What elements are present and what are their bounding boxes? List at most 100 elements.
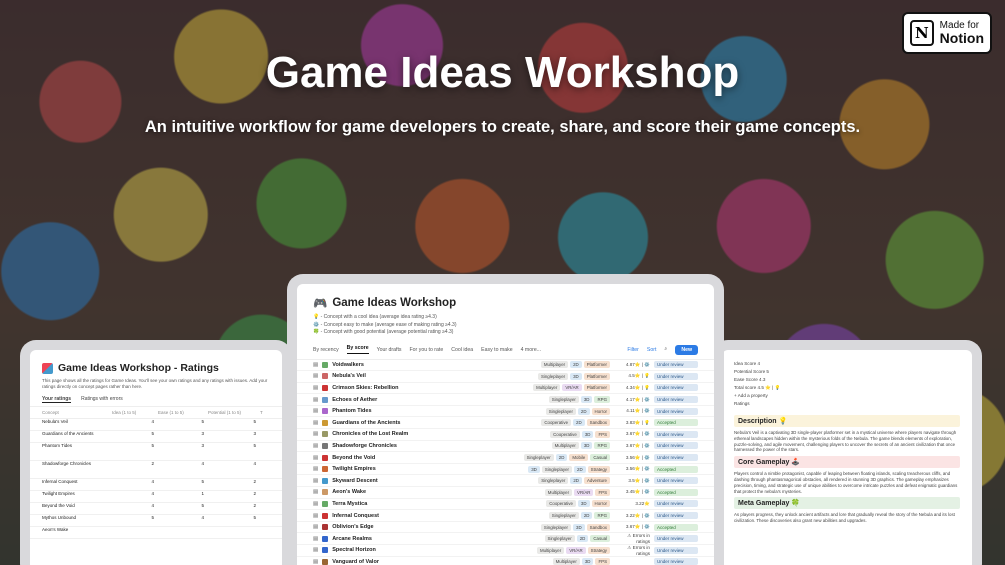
concept-row[interactable]: ▤ Guardians of the Ancients Cooperative 2D S… bbox=[297, 417, 714, 430]
concept-name[interactable]: Terra Mystica bbox=[332, 501, 367, 507]
search-icon[interactable]: ⌕ bbox=[664, 346, 667, 353]
concept-row[interactable]: ▤ Chronicles of the Lost Realm Cooperative… bbox=[297, 429, 714, 441]
status-badge[interactable]: Under review bbox=[654, 361, 698, 369]
prop-total[interactable]: Total score 4.5 ⭐ | 💡 bbox=[734, 384, 960, 392]
rating-row[interactable]: Shadowforge Chronicles 2 4 4 bbox=[30, 461, 282, 479]
concept-row[interactable]: ▤ Phantom Tides Singleplayer 2D Horror 4.11⭐ … bbox=[297, 406, 714, 418]
concept-name[interactable]: Chronicles of the Lost Realm bbox=[332, 431, 408, 437]
rating-concept: Nebula's Veil bbox=[42, 419, 68, 424]
status-badge[interactable]: Under review bbox=[654, 454, 698, 462]
status-badge[interactable]: Under review bbox=[654, 384, 698, 392]
status-badge[interactable]: Accepted bbox=[654, 419, 698, 427]
page-icon: ▤ bbox=[313, 477, 319, 484]
concept-name[interactable]: Vanguard of Valor bbox=[332, 559, 379, 565]
filter-button[interactable]: Filter bbox=[627, 347, 639, 353]
status-badge[interactable]: Under review bbox=[654, 558, 698, 565]
concept-row[interactable]: ▤ Shadowforge Chronicles Multiplayer 3D RPG 3… bbox=[297, 441, 714, 453]
status-badge[interactable]: Under review bbox=[654, 477, 698, 485]
tab-for-you-to-rate[interactable]: For you to rate bbox=[410, 347, 444, 353]
status-badge[interactable]: Accepted bbox=[654, 465, 698, 473]
concept-name[interactable]: Twilight Empires bbox=[332, 466, 376, 472]
rating-row[interactable]: Phantom Tides 5 3 5 bbox=[30, 443, 282, 461]
concept-row[interactable]: ▤ Arcane Realms Singleplayer 2D Casual ⚠ Erro… bbox=[297, 533, 714, 545]
rating-row[interactable]: Twilight Empires 4 1 2 bbox=[30, 491, 282, 503]
concept-icon bbox=[322, 489, 329, 496]
status-badge[interactable]: Under review bbox=[654, 546, 698, 554]
concept-row[interactable]: ▤ Spectral Horizon Multiplayer VR/AR Strateg… bbox=[297, 545, 714, 557]
rating-concept: Guardians of the Ancients bbox=[42, 431, 94, 436]
concept-name[interactable]: Shadowforge Chronicles bbox=[332, 443, 397, 449]
tab-easy-to-make[interactable]: Easy to make bbox=[481, 347, 512, 353]
new-button[interactable]: New bbox=[675, 344, 698, 355]
tab-by-recency[interactable]: By recency bbox=[313, 347, 339, 353]
status-badge[interactable]: Under review bbox=[654, 500, 698, 508]
rating-row[interactable]: Infernal Conquest 4 5 2 bbox=[30, 479, 282, 491]
tab-ratings-with-errors[interactable]: Ratings with errors bbox=[81, 396, 123, 403]
concept-name[interactable]: Aeon's Wake bbox=[332, 489, 366, 495]
concept-name[interactable]: Voidwalkers bbox=[332, 362, 364, 368]
concept-row[interactable]: ▤ Crimson Skies: Rebellion Multiplayer VR/A… bbox=[297, 383, 714, 395]
concept-row[interactable]: ▤ Skyward Descent Singleplayer 2D Adventure 3… bbox=[297, 475, 714, 488]
tab-by-score[interactable]: By score bbox=[346, 345, 369, 354]
concept-row[interactable]: ▤ Infernal Conquest Singleplayer 2D RPG 3.22⭐… bbox=[297, 510, 714, 522]
concept-row[interactable]: ▤ Voidwalkers Multiplayer 2D Platformer 4.87⭐… bbox=[297, 360, 714, 372]
status-badge[interactable]: Accepted bbox=[654, 523, 698, 531]
concept-name[interactable]: Arcane Realms bbox=[332, 536, 372, 542]
status-badge[interactable]: Accepted bbox=[654, 488, 698, 496]
concept-row[interactable]: ▤ Twilight Empires 3D Singleplayer 2D Strateg… bbox=[297, 464, 714, 476]
rating-row[interactable]: Mythos Unbound 5 4 5 bbox=[30, 515, 282, 527]
tab-more[interactable]: 4 more... bbox=[521, 347, 541, 353]
concept-name[interactable]: Oblivion's Edge bbox=[332, 524, 373, 530]
concept-row[interactable]: ▤ Oblivion's Edge Singleplayer 3D Sandbox 3.6… bbox=[297, 522, 714, 534]
tag: Singleplayer bbox=[540, 523, 572, 531]
rating-row[interactable]: Nebula's Veil 4 5 5 bbox=[30, 419, 282, 431]
rating-idea: 5 bbox=[151, 431, 154, 436]
concept-name[interactable]: Nebula's Veil bbox=[332, 373, 366, 379]
status-badge[interactable]: Under review bbox=[654, 372, 698, 380]
concept-name[interactable]: Spectral Horizon bbox=[332, 547, 376, 553]
rating-row[interactable]: Beyond the Void 4 5 2 bbox=[30, 503, 282, 515]
concept-row[interactable]: ▤ Vanguard of Valor Multiplayer 3D FPS Under … bbox=[297, 557, 714, 565]
col-idea[interactable]: Idea (1 to 5) bbox=[112, 410, 158, 415]
concept-row[interactable]: ▤ Aeon's Wake Multiplayer VR/AR FPS 3.45⭐ | ⚙… bbox=[297, 487, 714, 499]
tag-list: Singleplayer 2D RPG bbox=[513, 512, 614, 520]
status-badge[interactable]: Under review bbox=[654, 442, 698, 450]
rating-row[interactable]: Guardians of the Ancients 5 3 3 bbox=[30, 431, 282, 443]
prop-potential[interactable]: Potential Score 5 bbox=[734, 368, 960, 376]
tag-list: Multiplayer 2D Platformer bbox=[513, 361, 614, 369]
concept-name[interactable]: Beyond the Void bbox=[332, 455, 375, 461]
col-concept[interactable]: Concept bbox=[42, 410, 112, 415]
tab-your-ratings[interactable]: Your ratings bbox=[42, 396, 72, 403]
concept-name[interactable]: Skyward Descent bbox=[332, 478, 378, 484]
concept-row[interactable]: ▤ Terra Mystica Cooperative 3D Horror 3.22⭐ Un… bbox=[297, 499, 714, 511]
sort-button[interactable]: Sort bbox=[647, 347, 657, 353]
workshop-icon bbox=[42, 362, 53, 374]
concept-name[interactable]: Infernal Conquest bbox=[332, 513, 379, 519]
page-icon: ▤ bbox=[313, 419, 319, 426]
status-badge[interactable]: Under review bbox=[654, 535, 698, 543]
status-badge[interactable]: Under review bbox=[654, 512, 698, 520]
concept-row[interactable]: ▤ Echoes of Aether Singleplayer 3D RPG 4.17⭐ … bbox=[297, 394, 714, 406]
concept-name[interactable]: Guardians of the Ancients bbox=[332, 420, 400, 426]
prop-ease[interactable]: Ease Score 4.3 bbox=[734, 376, 960, 384]
add-property-button[interactable]: + Add a property bbox=[734, 392, 960, 400]
concept-row[interactable]: ▤ Nebula's Veil Singleplayer 3D Platformer 4.… bbox=[297, 371, 714, 383]
concept-row[interactable]: ▤ Beyond the Void Singleplayer 2D Mobile Casu… bbox=[297, 452, 714, 464]
col-potential[interactable]: Potential (1 to 5) bbox=[208, 410, 260, 415]
ratings-link[interactable]: Ratings bbox=[734, 400, 960, 408]
prop-idea[interactable]: Idea Score 4 bbox=[734, 360, 960, 368]
status-badge[interactable]: Under review bbox=[654, 430, 698, 438]
concept-name[interactable]: Phantom Tides bbox=[332, 408, 371, 414]
concept-name[interactable]: Crimson Skies: Rebellion bbox=[332, 385, 398, 391]
col-ease[interactable]: Ease (1 to 5) bbox=[158, 410, 208, 415]
col-t[interactable]: T bbox=[260, 410, 272, 415]
tab-cool-idea[interactable]: Cool idea bbox=[451, 347, 473, 353]
status-badge[interactable]: Under review bbox=[654, 396, 698, 404]
rating-row[interactable]: Aeon's Wake bbox=[30, 527, 282, 539]
tag: Singleplayer bbox=[541, 465, 573, 473]
concept-name[interactable]: Echoes of Aether bbox=[332, 397, 377, 403]
rating-idea: 4 bbox=[151, 503, 154, 508]
status-badge[interactable]: Under review bbox=[654, 407, 698, 415]
rating-ease: 4 bbox=[201, 461, 204, 466]
tab-your-drafts[interactable]: Your drafts bbox=[377, 347, 402, 353]
